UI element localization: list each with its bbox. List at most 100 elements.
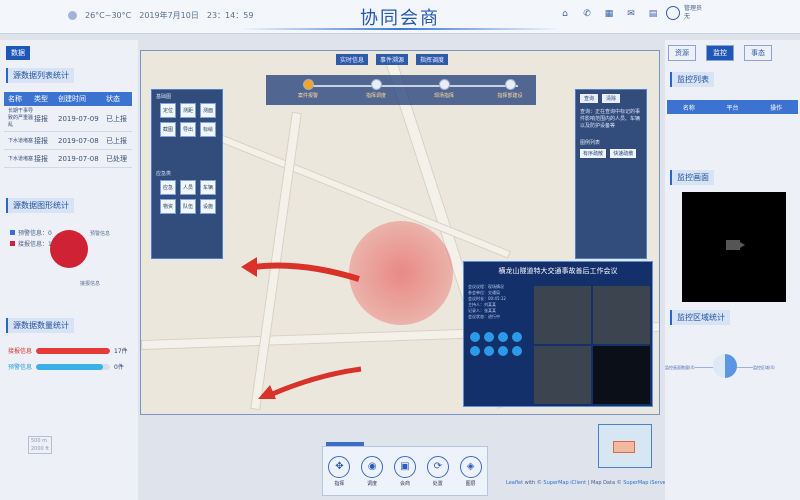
row-status: 已上报 — [106, 136, 127, 145]
bar-track — [36, 363, 111, 370]
map-mode-tabs: 实时信息 事件溯源 指挥调度 — [336, 54, 449, 65]
source-table: 名称 类型 创建时间 状态 长期干事导致的严重骚乱 接报 2019-07-09 … — [4, 92, 132, 168]
bar-label: 接报信息 — [8, 348, 33, 355]
table-row[interactable]: 下水道堵塞 接报 2019-07-08 已上报 — [4, 132, 132, 150]
participant-icon[interactable] — [484, 332, 494, 342]
layers-button[interactable]: ◈ 图层 — [459, 455, 482, 487]
video-conference-window[interactable]: 横龙山隧道特大交通事故善后工作会议 会议议程：现场情况 参会单位：交通局 会议时… — [463, 261, 653, 407]
table-row[interactable]: 长期干事导致的严重骚乱 接报 2019-07-09 已上报 — [4, 106, 132, 132]
impact-radius — [349, 221, 453, 325]
table-header: 名称 类型 创建时间 状态 — [4, 92, 132, 106]
pie-label-top: 预警信息 — [90, 231, 111, 237]
mail-icon[interactable]: ▤ — [648, 9, 658, 19]
participant-icon[interactable] — [512, 332, 522, 342]
tab-monitor[interactable]: 监控 — [706, 45, 734, 61]
tool-locate[interactable]: 定位 — [160, 103, 176, 118]
video-feed[interactable] — [593, 286, 650, 344]
avatar[interactable] — [666, 6, 680, 20]
legend-swatch — [10, 230, 15, 235]
quick-evacuate-button[interactable]: 快速疏散 — [610, 149, 637, 158]
tools-grid: 应急 人员 车辆 物资 队伍 设施 — [152, 180, 222, 214]
dispose-button[interactable]: ⟳ 处置 — [426, 455, 449, 487]
tool-distance[interactable]: 测距 — [180, 103, 196, 118]
minimap-viewport[interactable] — [613, 441, 635, 453]
phone-icon[interactable]: ✆ — [582, 9, 592, 19]
map-scale: 500 m 2000 ft — [28, 436, 52, 454]
clear-tab[interactable]: 清除 — [602, 94, 621, 103]
home-icon[interactable]: ⌂ — [560, 9, 570, 19]
weather-temp: 26°C~30°C — [85, 11, 132, 20]
progress-step[interactable]: 指挥部建设 — [480, 79, 540, 99]
tool-vehicle[interactable]: 车辆 — [200, 180, 216, 195]
col-name: 名称 — [682, 104, 695, 112]
user-sub: 无 — [684, 13, 691, 20]
pie-label-bottom: 接报信息 — [80, 281, 101, 287]
tab-realtime[interactable]: 实时信息 — [336, 54, 369, 65]
row-type: 接报 — [34, 136, 48, 145]
tab-resources[interactable]: 资源 — [668, 45, 696, 61]
scale-feet: 2000 ft — [31, 446, 49, 452]
tools-section-title: 应急类 — [156, 171, 172, 177]
tool-team[interactable]: 队伍 — [180, 199, 196, 214]
message-icon[interactable]: ✉ — [626, 9, 636, 19]
participant-icon[interactable] — [498, 346, 508, 356]
chart-icon[interactable]: ▦ — [604, 9, 614, 19]
source-list-title: 源数据列表统计 — [6, 68, 74, 83]
bar-track — [36, 347, 111, 354]
tool-facility[interactable]: 设施 — [200, 199, 216, 214]
user-profile[interactable]: 管理员 无 — [666, 5, 702, 21]
tab-command[interactable]: 指挥调度 — [416, 54, 449, 65]
map-tool-panel: 基础图 定位 测距 测面 截图 导出 标绘 应急类 应急 人员 车辆 物资 队伍… — [151, 89, 223, 259]
tool-emergency[interactable]: 应急 — [160, 180, 176, 195]
row-status: 已处理 — [106, 154, 127, 163]
pie-leader-line — [695, 367, 713, 368]
participant-icon[interactable] — [470, 332, 480, 342]
progress-step[interactable]: 现场指挥 — [414, 79, 474, 99]
tool-plot[interactable]: 标绘 — [200, 122, 216, 137]
progress-step[interactable]: 指挥调度 — [346, 79, 406, 99]
tool-export[interactable]: 导出 — [180, 122, 196, 137]
col-platform: 平台 — [726, 104, 739, 112]
header-time: 23：14：59 — [206, 11, 254, 20]
dispose-icon: ⟳ — [426, 455, 449, 478]
supermap-client-link[interactable]: SuperMap iClient — [543, 480, 586, 486]
video-feed[interactable] — [534, 346, 591, 404]
bar-fill — [36, 363, 103, 370]
row-date: 2019-07-08 — [58, 154, 99, 163]
participant-icon[interactable] — [470, 346, 480, 356]
monitor-video[interactable] — [682, 192, 786, 302]
participant-icon[interactable] — [498, 332, 508, 342]
consult-button[interactable]: ▣ 会商 — [393, 455, 416, 487]
map-view[interactable]: 实时信息 事件溯源 指挥调度 案件报警 指挥调度 现场指挥 指挥部建设 基础图 … — [140, 50, 660, 415]
supermap-server-link[interactable]: SuperMap iServer — [623, 480, 668, 486]
legend-swatch — [10, 241, 15, 246]
tab-situation[interactable]: 事态 — [744, 45, 772, 61]
right-tabs: 资源 监控 事态 — [668, 45, 772, 61]
col-name: 名称 — [8, 95, 22, 103]
tool-area[interactable]: 测面 — [200, 103, 216, 118]
title-underline — [240, 28, 560, 30]
query-tab[interactable]: 查询 — [580, 94, 599, 103]
progress-step[interactable]: 案件报警 — [278, 79, 338, 99]
orderly-evacuate-button[interactable]: 有序疏散 — [580, 149, 607, 158]
dispatch-button[interactable]: ◉ 调度 — [361, 455, 384, 487]
moon-icon — [68, 11, 77, 20]
tool-screenshot[interactable]: 截图 — [160, 122, 176, 137]
table-row[interactable]: 下水道堵塞 接报 2019-07-08 已处理 — [4, 150, 132, 168]
bar-fill — [36, 347, 111, 354]
overview-minimap[interactable] — [598, 424, 652, 468]
tool-personnel[interactable]: 人员 — [180, 180, 196, 195]
info-line: 会议状态：进行中 — [468, 314, 500, 319]
tool-supplies[interactable]: 物资 — [160, 199, 176, 214]
source-graph-title: 源数据图形统计 — [6, 198, 74, 213]
scale-meters: 500 m — [31, 438, 48, 444]
video-feed[interactable] — [593, 346, 650, 404]
participant-icon[interactable] — [512, 346, 522, 356]
participant-icon[interactable] — [484, 346, 494, 356]
data-chip[interactable]: 数据 — [6, 46, 30, 60]
leaflet-link[interactable]: Leaflet — [506, 480, 523, 486]
tab-trace[interactable]: 事件溯源 — [376, 54, 409, 65]
row-name: 长期干事导致的严重骚乱 — [8, 108, 34, 128]
command-button[interactable]: ✥ 指挥 — [328, 455, 351, 487]
video-feed[interactable] — [534, 286, 591, 344]
